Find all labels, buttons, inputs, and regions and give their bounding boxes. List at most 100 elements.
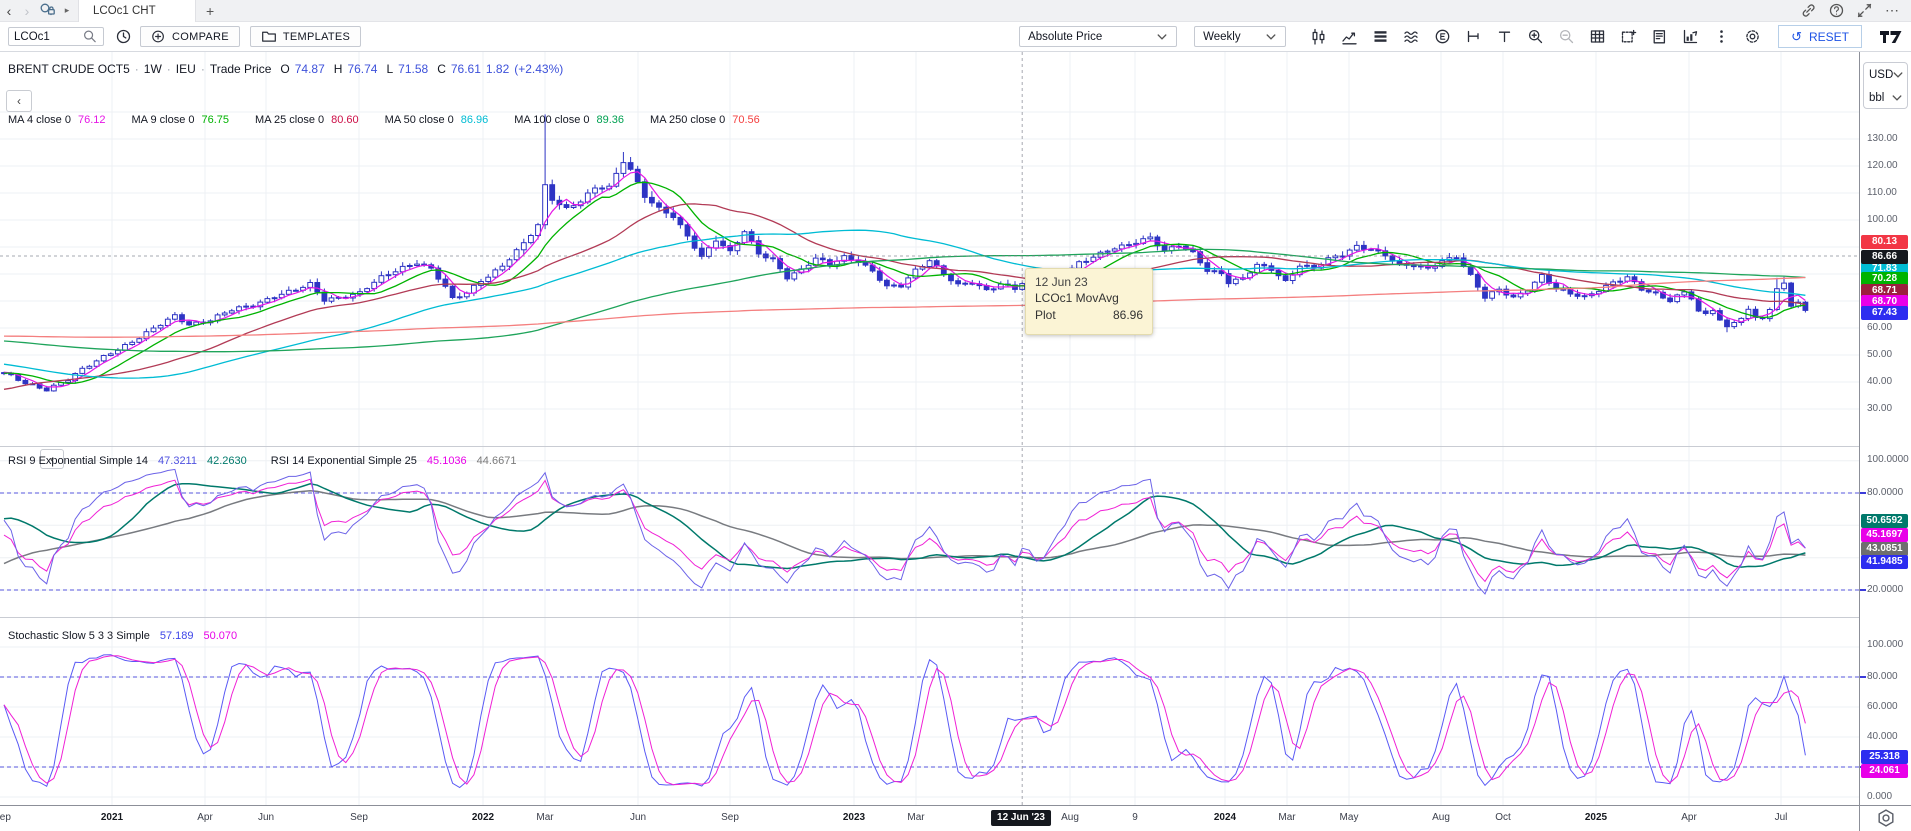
ma-label: MA 100 close 0 <box>514 114 589 126</box>
layout-add-icon[interactable] <box>1617 26 1639 48</box>
ma-legend-item[interactable]: MA 4 close 076.12 <box>8 114 106 126</box>
chevron-down-icon <box>1265 27 1277 47</box>
unit-dropdown[interactable]: bbl <box>1864 86 1907 109</box>
currency-value: USD <box>1869 69 1893 81</box>
price-mode-value: Absolute Price <box>1028 31 1102 43</box>
trend-chart-icon[interactable] <box>1338 26 1360 48</box>
chart-toolbar: COMPARE TEMPLATES Absolute Price Weekly … <box>0 22 1911 52</box>
ma-legend-item[interactable]: MA 50 close 086.96 <box>385 114 489 126</box>
price-axis[interactable]: USD bbl 130.00120.00110.00100.0060.0050.… <box>1860 52 1911 805</box>
rsi9-smooth-value: 42.2630 <box>207 455 247 467</box>
axis-settings-gear-icon[interactable] <box>1876 808 1896 831</box>
rsi14-smooth-value: 44.6671 <box>477 455 517 467</box>
reset-icon: ↺ <box>1791 29 1802 45</box>
candles-style-icon[interactable] <box>1307 26 1329 48</box>
level-dash-marker <box>1860 492 1866 494</box>
axis-tick-label: 30.00 <box>1867 403 1892 414</box>
instrument-title: BRENT CRUDE OCT5 <box>8 62 130 76</box>
nav-back-icon[interactable]: ‹ <box>0 3 18 19</box>
tooltip-series: LCOc1 MovAvg <box>1035 291 1143 305</box>
collapse-main-legend-button[interactable]: ‹ <box>6 90 32 112</box>
table-icon[interactable] <box>1586 26 1608 48</box>
kebab-menu-icon[interactable] <box>1710 26 1732 48</box>
zoom-in-icon[interactable] <box>1524 26 1546 48</box>
tab-title: LCOc1 CHT <box>93 5 156 17</box>
axis-value-badge: 45.1697 <box>1861 528 1908 542</box>
axis-tick-label: 80.0000 <box>1867 487 1903 498</box>
events-icon[interactable] <box>1431 26 1453 48</box>
chart-export-icon[interactable] <box>1679 26 1701 48</box>
panel-separator-main-rsi[interactable] <box>0 446 1911 447</box>
axis-value-badge: 86.66 <box>1861 250 1908 264</box>
time-label: Jul <box>1775 812 1788 823</box>
ma-legend-item[interactable]: MA 250 close 070.56 <box>650 114 760 126</box>
axis-value-badge: 50.6592 <box>1861 514 1908 528</box>
tab-bar-right-controls: ⋯ <box>1797 1 1911 21</box>
panel-separator-rsi-stoch[interactable] <box>0 617 1911 618</box>
high-value: 76.74 <box>347 62 377 76</box>
nav-forward-icon[interactable]: › <box>18 3 36 19</box>
restore-window-icon[interactable] <box>1853 1 1875 21</box>
low-value: 71.58 <box>398 62 428 76</box>
unit-value: bbl <box>1869 92 1884 104</box>
time-axis-border <box>0 805 1911 806</box>
rsi-study-name: RSI 9 Exponential Simple 14 <box>8 455 148 467</box>
axis-value-badge: 41.9485 <box>1861 555 1908 569</box>
ma-label: MA 50 close 0 <box>385 114 454 126</box>
text-tool-icon[interactable] <box>1493 26 1515 48</box>
templates-label: TEMPLATES <box>283 31 350 43</box>
templates-button[interactable]: TEMPLATES <box>250 26 361 47</box>
high-label: H <box>334 62 343 76</box>
time-label: Aug <box>1432 812 1450 823</box>
rows-icon[interactable] <box>1369 26 1391 48</box>
ma-legend-item[interactable]: MA 100 close 089.36 <box>514 114 624 126</box>
new-tab-button[interactable]: + <box>196 3 224 19</box>
axis-tick-label: 80.000 <box>1867 671 1898 682</box>
axis-tick-label: 60.000 <box>1867 701 1898 712</box>
window-more-icon[interactable]: ⋯ <box>1881 2 1903 19</box>
interval-dropdown[interactable]: Weekly <box>1194 26 1286 47</box>
chart-plot[interactable] <box>0 52 1859 805</box>
stochastic-legend[interactable]: Stochastic Slow 5 3 3 Simple 57.189 50.0… <box>8 630 237 642</box>
folder-icon <box>261 27 277 47</box>
time-label: 2024 <box>1214 812 1236 823</box>
compare-button[interactable]: COMPARE <box>140 26 240 47</box>
time-label: Mar <box>907 812 924 823</box>
time-axis[interactable]: 12 Jun '23 Sep2021AprJunSep2022MarJunSep… <box>0 806 1911 831</box>
ma-label: MA 9 close 0 <box>132 114 195 126</box>
reset-button[interactable]: ↺ RESET <box>1778 25 1862 48</box>
currency-dropdown[interactable]: USD <box>1864 63 1907 86</box>
history-clock-icon[interactable] <box>112 27 134 47</box>
axis-tick-label: 100.0000 <box>1867 454 1909 465</box>
axis-tick-label: 120.00 <box>1867 160 1898 171</box>
tab-active[interactable]: LCOc1 CHT <box>78 0 196 22</box>
symbol-search-box[interactable] <box>8 27 104 46</box>
price-mode-dropdown[interactable]: Absolute Price <box>1019 26 1177 47</box>
plus-circle-icon <box>151 27 166 47</box>
help-icon[interactable] <box>1825 1 1847 21</box>
symbol-input[interactable] <box>14 31 76 43</box>
time-label: Sep <box>721 812 739 823</box>
news-icon[interactable] <box>1648 26 1670 48</box>
ma-legend-item[interactable]: MA 25 close 080.60 <box>255 114 359 126</box>
settings-gear-icon[interactable] <box>1741 26 1763 48</box>
link-icon[interactable] <box>1797 1 1819 21</box>
chart-canvas[interactable] <box>0 52 1859 805</box>
time-label: Apr <box>1681 812 1697 823</box>
measure-icon[interactable] <box>1462 26 1484 48</box>
zoom-out-icon[interactable] <box>1555 26 1577 48</box>
rsi9-value: 47.3211 <box>158 455 197 467</box>
tradingview-logo[interactable] <box>1879 30 1903 44</box>
rsi14-study-name: RSI 14 Exponential Simple 25 <box>271 455 417 467</box>
time-label: Apr <box>197 812 213 823</box>
axis-tick-label: 40.000 <box>1867 731 1898 742</box>
time-label: Aug <box>1061 812 1079 823</box>
search-lock-icon[interactable] <box>36 1 58 21</box>
time-label: May <box>1340 812 1359 823</box>
rsi-legend[interactable]: RSI 9 Exponential Simple 14 47.3211 42.2… <box>8 455 516 467</box>
reset-label: RESET <box>1809 30 1849 44</box>
ma-legend-item[interactable]: MA 9 close 076.75 <box>132 114 230 126</box>
moving-average-legend[interactable]: MA 4 close 076.12 MA 9 close 076.75 MA 25 … <box>8 114 760 126</box>
main-series-legend[interactable]: BRENT CRUDE OCT5 · 1W · IEU · Trade Pric… <box>8 62 563 76</box>
waves-icon[interactable] <box>1400 26 1422 48</box>
